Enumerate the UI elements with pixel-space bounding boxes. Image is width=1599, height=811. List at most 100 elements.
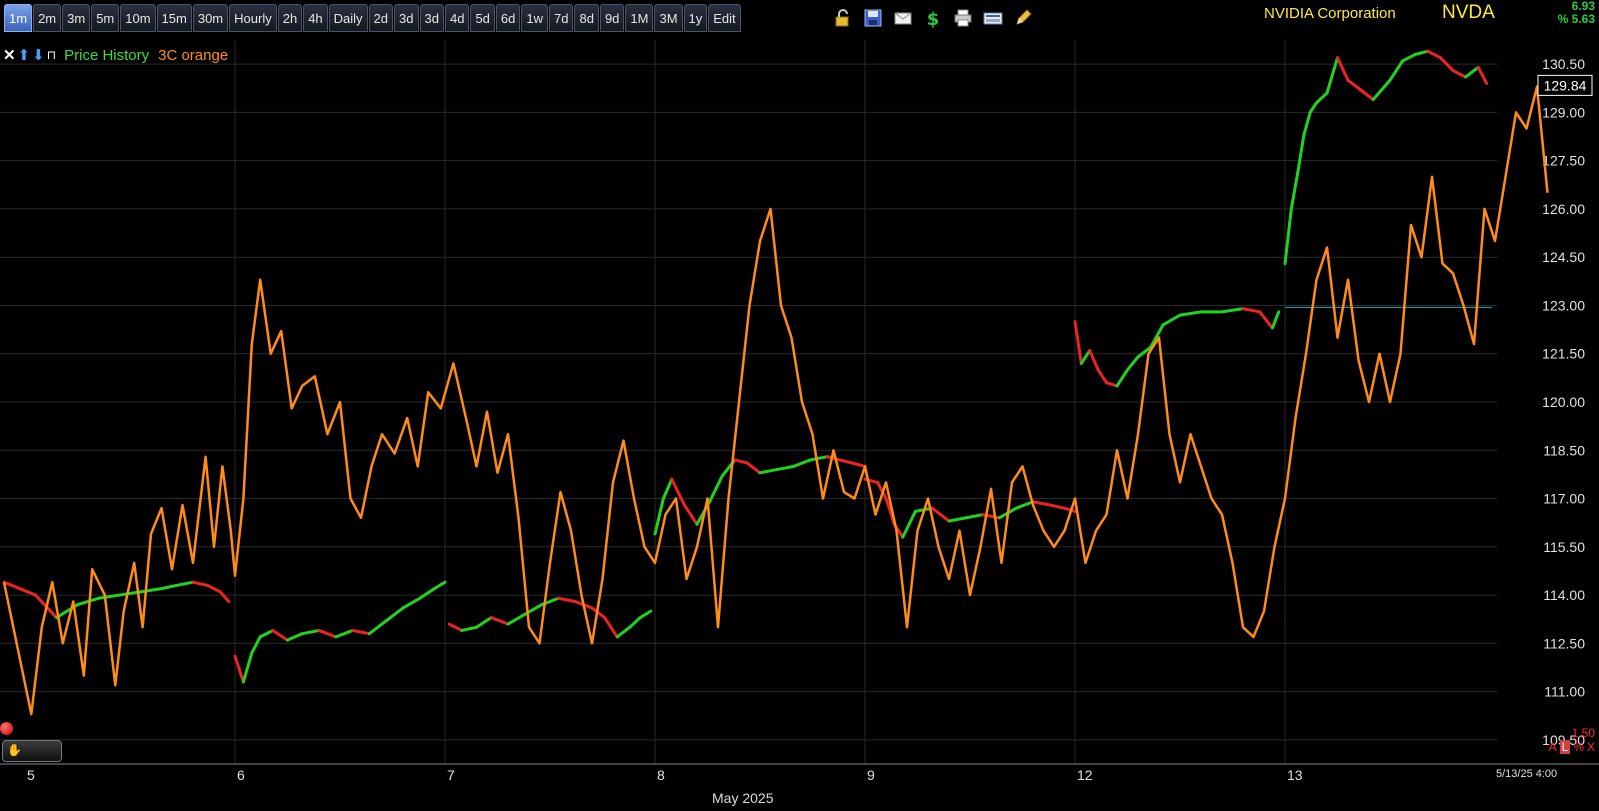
price-segment [947,516,968,523]
status-indicator [0,722,13,735]
hand-icon: ✋ [7,743,22,757]
y-tick-label: 114.00 [1543,587,1585,603]
price-segment [1302,110,1312,137]
price-segment [758,468,779,475]
y-tick-label: 127.50 [1542,153,1585,169]
price-segment [1451,69,1468,79]
price-segment [1096,368,1108,385]
price-segment [418,587,436,600]
price-segment [258,628,275,639]
price-segment [1325,56,1339,95]
price-segment [1359,88,1375,102]
price-segment [1014,500,1035,510]
y-tick-label: 115.50 [1543,539,1585,555]
price-segment [1308,101,1318,114]
price-segment [1426,49,1442,60]
price-segment [1048,503,1066,510]
price-segment [460,625,478,632]
price-segment [1283,207,1293,266]
price-segment [384,606,405,623]
y-tick-label: 123.00 [1542,297,1585,313]
price-segment [76,596,100,607]
price-segment [1161,313,1182,327]
price-segment [506,612,527,626]
move-up-icon[interactable]: ⬆ [18,46,31,64]
price-segment [1241,307,1262,314]
price-segment [1289,172,1300,211]
price-segment [1413,49,1430,56]
price-segment [2,580,37,597]
price-segment [1315,91,1329,105]
price-segment [1371,78,1392,102]
legend-3c-orange[interactable]: 3C orange [158,47,228,64]
y-tick-label: 124.50 [1542,249,1585,265]
indicator-line [2,85,1549,716]
x-tick-label: 13 [1287,767,1303,783]
x-tick-label: 7 [447,767,455,783]
y-tick-label: 126.00 [1542,201,1585,217]
price-segment [286,632,304,642]
price-segment [206,583,222,594]
price-segment [1336,56,1350,82]
indicator-value: 1.50 [1571,726,1595,740]
chart-scroll-widget[interactable]: ✋ [2,740,62,762]
price-segment [930,506,951,523]
y-tick-label: 120.00 [1542,394,1585,410]
price-segment [401,596,422,610]
price-segment [433,580,447,591]
price-segment [334,628,355,639]
price-segment [775,464,796,472]
price-segment [708,474,724,504]
current-price-label: 129.84 [1544,77,1587,93]
axis-percent-button[interactable]: % [1573,740,1584,754]
price-segment [615,625,632,639]
pin-icon[interactable]: ⊓ [47,48,56,62]
x-tick-label: 8 [657,767,665,783]
last-bar-date: 5/13/25 4:00 [1496,768,1558,780]
legend-price-history[interactable]: Price History [64,47,149,64]
price-segment [1296,133,1306,176]
price-segment [489,616,510,626]
price-segment [218,590,231,604]
price-segment [475,616,493,629]
price-segment [233,654,245,684]
price-segment [241,651,254,684]
month-label: May 2025 [712,790,774,806]
price-segment [317,628,338,639]
move-down-icon[interactable]: ⬇ [32,46,45,64]
y-tick-label: 129.00 [1542,104,1585,120]
price-segment [191,580,210,587]
y-tick-label: 118.50 [1543,442,1585,458]
price-segment [792,458,812,468]
y-tick-label: 117.00 [1543,491,1585,507]
price-segment [1258,310,1274,330]
price-segment [174,580,195,587]
price-segment [838,458,854,465]
axis-log-button[interactable]: L [1559,740,1571,754]
price-segment [300,628,321,636]
price-segment [1476,65,1489,85]
price-segment [682,503,699,526]
axis-options: A L % X [1549,740,1595,754]
price-segment [367,619,388,636]
axis-auto-button[interactable]: A [1549,740,1557,754]
close-icon[interactable]: ✕ [3,46,16,64]
y-tick-label: 121.50 [1542,346,1585,362]
price-segment [139,587,163,594]
price-segment [1464,65,1480,79]
x-tick-label: 6 [237,767,245,783]
price-chart[interactable]: 130.50129.00127.50126.00124.50123.00121.… [0,0,1599,811]
price-segment [638,609,653,620]
price-segment [1270,310,1281,330]
axis-close-button[interactable]: X [1587,740,1595,754]
price-segment [1115,368,1129,388]
price-segment [1401,52,1417,63]
price-segment [271,628,289,642]
y-tick-label: 112.50 [1543,635,1585,651]
price-segment [661,477,674,501]
x-tick-label: 12 [1077,767,1093,783]
x-tick-label: 9 [867,767,875,783]
price-segment [825,455,842,462]
price-segment [447,622,464,632]
price-segment [1079,349,1092,365]
